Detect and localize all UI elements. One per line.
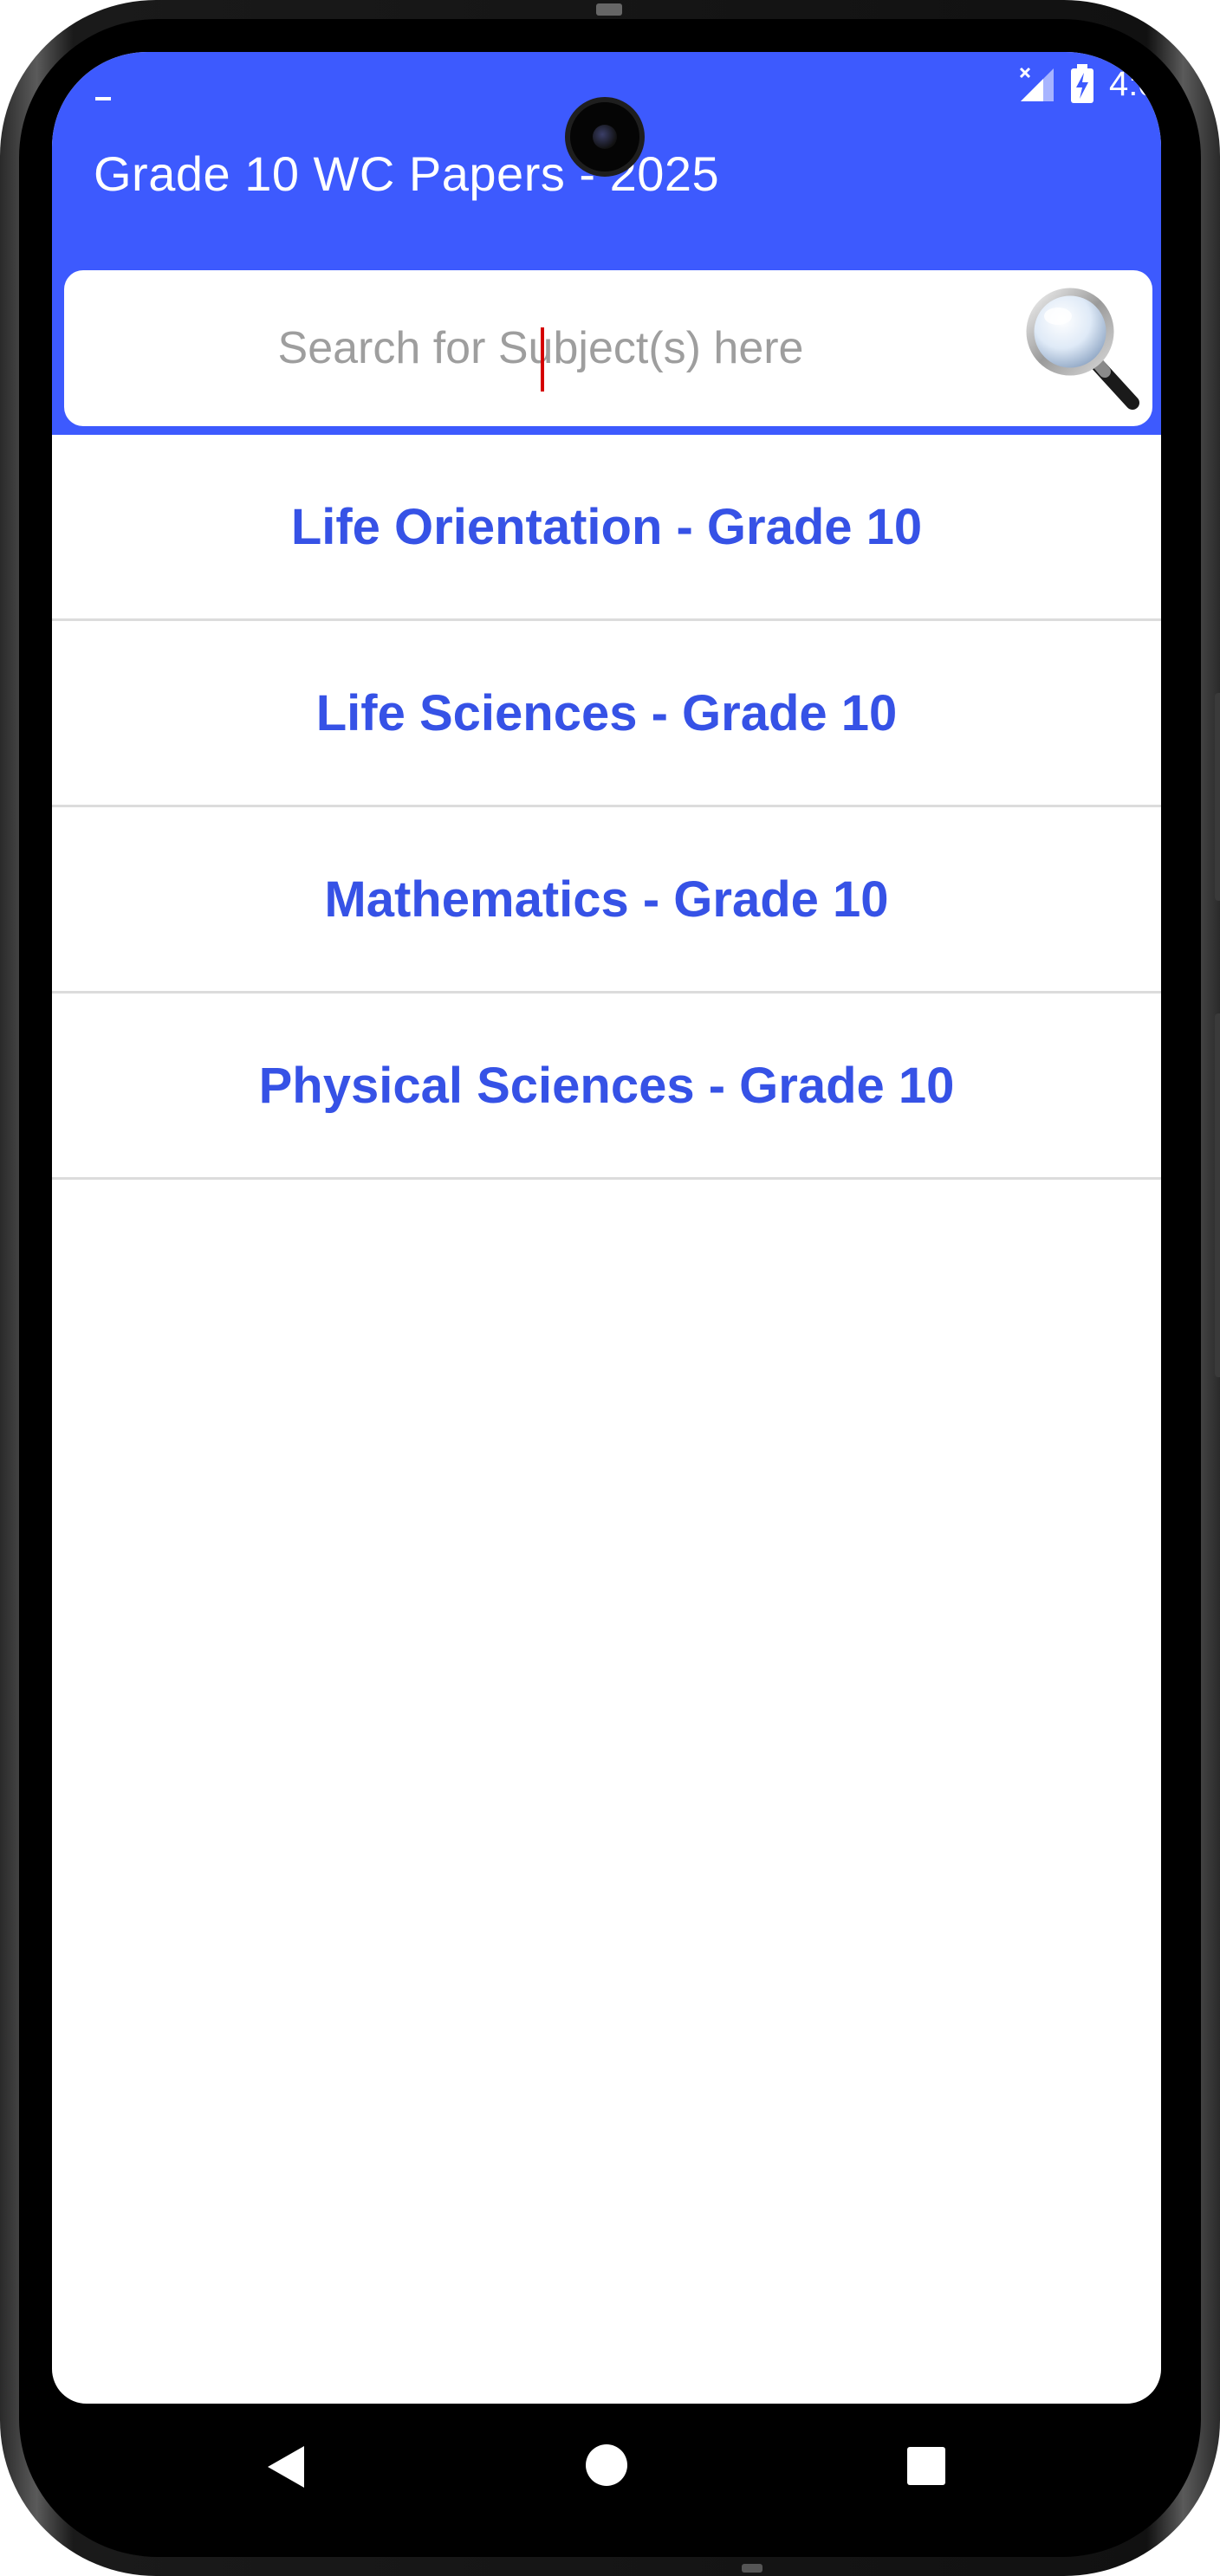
- search-button[interactable]: [1017, 279, 1147, 417]
- front-camera: [565, 97, 645, 177]
- search-bar: [52, 262, 1161, 435]
- battery-charging-icon: [1069, 64, 1095, 104]
- status-icons: 4:0: [1017, 62, 1161, 106]
- signal-icon: [1017, 65, 1055, 103]
- power-button: [1215, 1013, 1220, 1377]
- text-cursor: [541, 327, 544, 392]
- list-item[interactable]: Physical Sciences - Grade 10: [52, 994, 1161, 1180]
- recents-button[interactable]: [906, 2446, 946, 2490]
- back-triangle-icon: [268, 2446, 304, 2488]
- status-time: 4:0: [1109, 64, 1158, 103]
- app-screen: 4:0 Grade 10 WC Papers - 2025 Search for…: [52, 52, 1161, 2404]
- search-card: [64, 270, 1152, 426]
- phone-top-nub: [596, 3, 622, 16]
- list-item[interactable]: Mathematics - Grade 10: [52, 807, 1161, 994]
- subject-list: Life Orientation - Grade 10 Life Science…: [52, 435, 1161, 1180]
- subject-label: Physical Sciences - Grade 10: [258, 1057, 955, 1114]
- recents-square-icon: [907, 2447, 945, 2485]
- home-circle-icon: [586, 2444, 627, 2486]
- subject-label: Life Sciences - Grade 10: [315, 684, 898, 741]
- back-button[interactable]: [264, 2443, 308, 2495]
- phone-frame: 4:0 Grade 10 WC Papers - 2025 Search for…: [0, 0, 1220, 2576]
- subject-label: Mathematics - Grade 10: [324, 871, 889, 928]
- list-item[interactable]: Life Orientation - Grade 10: [52, 435, 1161, 621]
- volume-button: [1215, 693, 1220, 901]
- subject-label: Life Orientation - Grade 10: [290, 498, 923, 555]
- home-button[interactable]: [584, 2443, 629, 2492]
- phone-bottom-nub: [742, 2564, 762, 2573]
- magnifier-icon: [1026, 288, 1139, 410]
- notification-mark: [95, 97, 111, 100]
- list-item[interactable]: Life Sciences - Grade 10: [52, 621, 1161, 807]
